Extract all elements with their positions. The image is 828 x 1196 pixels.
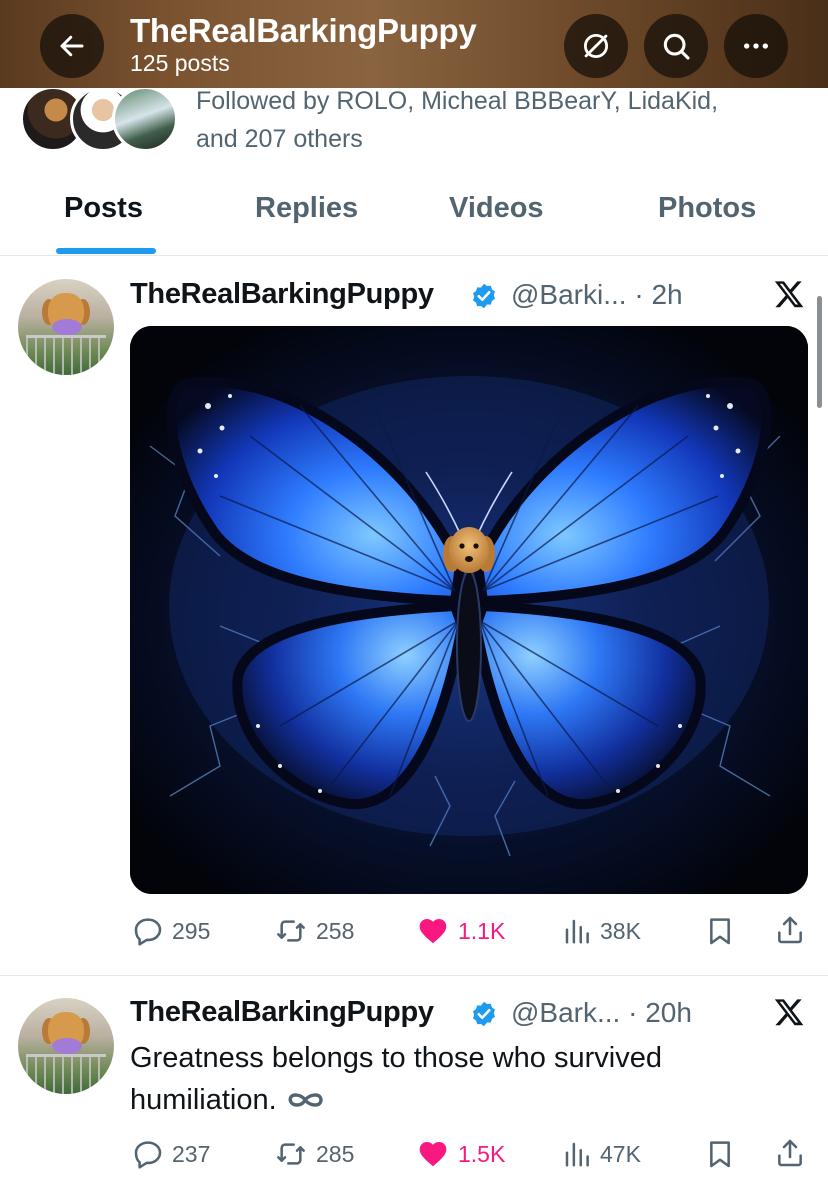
views-icon (565, 1142, 589, 1167)
like-button[interactable]: 1.1K (416, 915, 505, 947)
x-logo-icon[interactable] (772, 996, 806, 1028)
verified-badge-icon (473, 1001, 495, 1027)
more-button[interactable] (724, 14, 788, 78)
post-image[interactable] (130, 326, 808, 894)
repost-count: 258 (316, 917, 355, 944)
follower-avatar (112, 88, 178, 152)
post-text-line: humiliation. (130, 1079, 800, 1121)
post-handle-time: @Barki... · 2h (511, 279, 683, 310)
search-button[interactable] (644, 14, 708, 78)
reply-icon (134, 1141, 162, 1169)
butterfly-image (130, 326, 808, 894)
more-icon (744, 43, 768, 49)
followed-by-line: Followed by ROLO, Micheal BBBearY, LidaK… (196, 88, 719, 115)
views-count: 47K (600, 1140, 641, 1167)
bookmark-icon[interactable] (704, 915, 736, 947)
tab-photos[interactable]: Photos (658, 192, 756, 225)
avatar[interactable] (18, 279, 114, 375)
post-handle-time: @Bark... · 20h (511, 997, 692, 1028)
active-tab-indicator (56, 248, 156, 254)
bookmark-icon[interactable] (704, 1138, 736, 1170)
infinity-icon (288, 1093, 323, 1107)
post-text-line: Greatness belongs to those who survived (130, 1042, 662, 1074)
avatar[interactable] (18, 998, 114, 1094)
back-button[interactable] (40, 14, 104, 78)
tab-replies[interactable]: Replies (255, 192, 358, 225)
reply-icon (134, 918, 162, 946)
reply-button[interactable]: 237 (132, 1138, 210, 1170)
repost-button[interactable]: 285 (274, 1138, 354, 1170)
post-text: Greatness belongs to those who survived … (130, 1037, 800, 1121)
verified-badge-icon (473, 283, 495, 309)
views-button[interactable]: 47K (562, 1138, 641, 1170)
share-icon[interactable] (774, 1136, 806, 1170)
followed-by-line: and 207 others (196, 125, 363, 153)
repost-icon (277, 1143, 305, 1165)
reply-count: 237 (172, 1140, 211, 1167)
profile-title: TheRealBarkingPuppy (130, 12, 477, 49)
tab-posts[interactable]: Posts (64, 192, 143, 225)
views-count: 38K (600, 917, 641, 944)
grok-icon (583, 33, 609, 59)
post-divider (0, 975, 828, 976)
reply-count: 295 (172, 917, 211, 944)
share-icon[interactable] (774, 913, 806, 947)
like-count: 1.1K (458, 917, 506, 944)
tab-videos[interactable]: Videos (449, 192, 544, 225)
heart-filled-icon (419, 1142, 447, 1167)
x-logo-icon[interactable] (772, 278, 806, 310)
heart-filled-icon (419, 919, 447, 944)
repost-count: 285 (316, 1140, 355, 1167)
followed-by-section[interactable]: Followed by ROLO, Micheal BBBearY, LidaK… (0, 88, 828, 168)
post-count: 125 posts (130, 50, 230, 76)
repost-icon (277, 920, 305, 942)
like-count: 1.5K (458, 1140, 506, 1167)
post-author-name[interactable]: TheRealBarkingPuppy (130, 996, 434, 1029)
reply-button[interactable]: 295 (132, 915, 210, 947)
scrollbar[interactable] (817, 296, 822, 408)
profile-tabs: Posts Replies Videos Photos (0, 168, 828, 256)
back-arrow-icon (60, 35, 84, 57)
views-button[interactable]: 38K (562, 915, 641, 947)
grok-button[interactable] (564, 14, 628, 78)
profile-header: TheRealBarkingPuppy 125 posts (0, 0, 828, 88)
like-button[interactable]: 1.5K (416, 1138, 505, 1170)
views-icon (565, 919, 589, 944)
post-author-name[interactable]: TheRealBarkingPuppy (130, 278, 434, 311)
search-icon (663, 33, 690, 60)
followed-by-text: Followed by ROLO, Micheal BBBearY, LidaK… (196, 88, 796, 158)
repost-button[interactable]: 258 (274, 915, 354, 947)
